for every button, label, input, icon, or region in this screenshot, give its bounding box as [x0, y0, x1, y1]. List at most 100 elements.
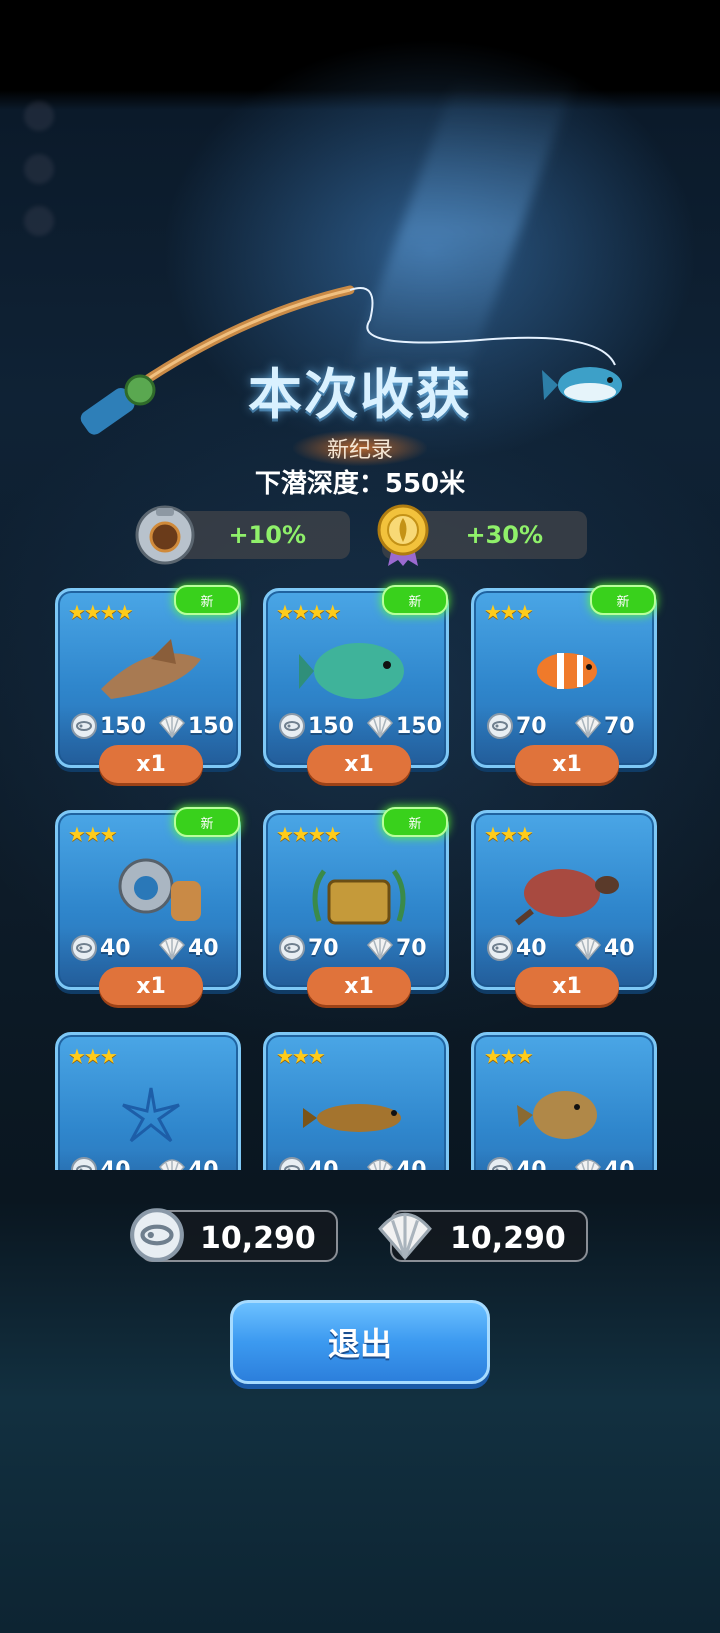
- shell-icon: [158, 1157, 186, 1170]
- pearl-reward: 40: [278, 1157, 339, 1170]
- catch-card[interactable]: ★★★★ 新 70 70 x1: [263, 807, 449, 1005]
- shell-reward: 150: [158, 713, 234, 739]
- pearl-coin-icon: [278, 1157, 306, 1170]
- shell-reward-value: 40: [188, 1157, 219, 1171]
- pearl-coin-icon: [278, 935, 306, 961]
- quantity-badge: x1: [515, 967, 619, 1005]
- shell-reward: 70: [574, 713, 635, 739]
- treasure-chest-icon: [312, 869, 406, 925]
- exit-button[interactable]: 退出: [230, 1300, 490, 1384]
- pearl-coin-icon: [278, 713, 306, 739]
- background-ghost-row: [24, 101, 79, 131]
- shell-icon: [366, 1157, 394, 1170]
- sea-turtle-icon: [515, 869, 619, 926]
- shell-reward: 40: [158, 1157, 219, 1170]
- shell-reward: 40: [158, 935, 219, 961]
- total-shells-value: 10,290: [450, 1221, 566, 1256]
- quantity-badge: x1: [99, 967, 203, 1005]
- new-badge: 新: [174, 807, 240, 837]
- pearl-coin-icon: [128, 1206, 186, 1264]
- shell-reward-value: 40: [396, 1157, 427, 1171]
- shell-reward-value: 70: [604, 713, 635, 739]
- catch-card[interactable]: ★★★ 新 70 70 x1: [471, 585, 657, 783]
- pearl-reward: 150: [278, 713, 354, 739]
- pearl-reward: 70: [278, 935, 339, 961]
- pearl-coin-icon: [486, 935, 514, 961]
- pearl-reward: 70: [486, 713, 547, 739]
- shell-icon: [158, 713, 186, 739]
- catch-card[interactable]: ★★★★ 新 150 150 x1: [263, 585, 449, 783]
- pearl-reward-value: 40: [100, 935, 131, 961]
- dive-depth-text: 下潜深度：550米: [254, 469, 466, 499]
- shell-reward: 40: [574, 1157, 635, 1170]
- guitarfish-icon: [101, 639, 201, 699]
- rarity-stars: ★★★★: [276, 600, 342, 624]
- diver-icon: [118, 858, 201, 921]
- rarity-stars: ★★★: [484, 600, 534, 624]
- pearl-coin-icon: [70, 713, 98, 739]
- quantity-badge: x1: [307, 967, 411, 1005]
- page-title: 本次收获: [248, 363, 472, 426]
- pearl-reward: 40: [486, 1157, 547, 1170]
- pearl-reward-value: 150: [308, 713, 354, 739]
- shell-icon: [574, 1157, 602, 1170]
- pearl-reward-value: 40: [100, 1157, 131, 1171]
- shell-icon: [376, 1206, 434, 1264]
- rarity-stars: ★★★★: [68, 600, 134, 624]
- new-record-label: 新纪录: [292, 430, 427, 466]
- rarity-stars: ★★★: [68, 822, 118, 846]
- shell-reward-value: 40: [604, 1157, 635, 1171]
- starfish-icon: [122, 1087, 180, 1143]
- pearl-reward-value: 70: [308, 935, 339, 961]
- diving-helmet-icon: [135, 505, 195, 565]
- catch-card[interactable]: ★★★★ 新 150 150 x1: [55, 585, 241, 783]
- shell-icon: [574, 935, 602, 961]
- new-badge: 新: [590, 585, 656, 615]
- pearl-reward-value: 40: [516, 1157, 547, 1171]
- rarity-stars: ★★★: [276, 1044, 326, 1068]
- quantity-badge: x1: [99, 745, 203, 783]
- rarity-stars: ★★★★: [276, 822, 342, 846]
- catch-card[interactable]: ★★★ 40 40: [471, 1032, 657, 1170]
- bonus-value: +10%: [228, 521, 306, 549]
- shell-icon: [366, 935, 394, 961]
- shell-reward: 150: [366, 713, 442, 739]
- rarity-stars: ★★★: [68, 1044, 118, 1068]
- pearl-coin-icon: [486, 1157, 514, 1170]
- parrotfish-icon: [299, 643, 404, 699]
- catch-card[interactable]: ★★★ 40 40: [263, 1032, 449, 1170]
- shell-reward-value: 150: [188, 713, 234, 739]
- catch-card[interactable]: ★★★ 40 40 x1: [471, 810, 657, 1005]
- new-badge: 新: [382, 585, 448, 615]
- rarity-stars: ★★★: [484, 822, 534, 846]
- shell-reward-value: 40: [188, 935, 219, 961]
- background-ghost-row: [24, 154, 79, 184]
- pearl-reward-value: 40: [516, 935, 547, 961]
- pearl-reward-value: 40: [308, 1157, 339, 1171]
- shell-reward-value: 150: [396, 713, 442, 739]
- pearl-reward: 40: [70, 935, 131, 961]
- pearl-coin-icon: [70, 935, 98, 961]
- shell-reward: 40: [574, 935, 635, 961]
- quantity-badge: x1: [515, 745, 619, 783]
- shell-icon: [366, 713, 394, 739]
- pearl-reward: 40: [70, 1157, 131, 1170]
- new-badge: 新: [174, 585, 240, 615]
- gold-medal-icon: [377, 504, 429, 566]
- catch-grid[interactable]: ★★★★ 新 150 150 x1 ★★★★ 新 150 150 x1 ★★★ 新 70 70 x1 ★★★ 新…: [50, 570, 670, 1170]
- pearl-coin-icon: [70, 1157, 98, 1170]
- shell-icon: [158, 935, 186, 961]
- pearl-reward: 40: [486, 935, 547, 961]
- shell-reward-value: 40: [604, 935, 635, 961]
- rarity-stars: ★★★: [484, 1044, 534, 1068]
- pearl-reward: 150: [70, 713, 146, 739]
- shell-reward: 70: [366, 935, 427, 961]
- clownfish-icon: [537, 653, 597, 689]
- shell-icon: [574, 713, 602, 739]
- background-ghost-row: [24, 206, 79, 236]
- catch-card[interactable]: ★★★ 新 40 40 x1: [55, 807, 241, 1005]
- new-badge: 新: [382, 807, 448, 837]
- total-pearls-value: 10,290: [200, 1221, 316, 1256]
- pearl-reward-value: 150: [100, 713, 146, 739]
- catch-card[interactable]: ★★★ 40 40: [55, 1032, 241, 1170]
